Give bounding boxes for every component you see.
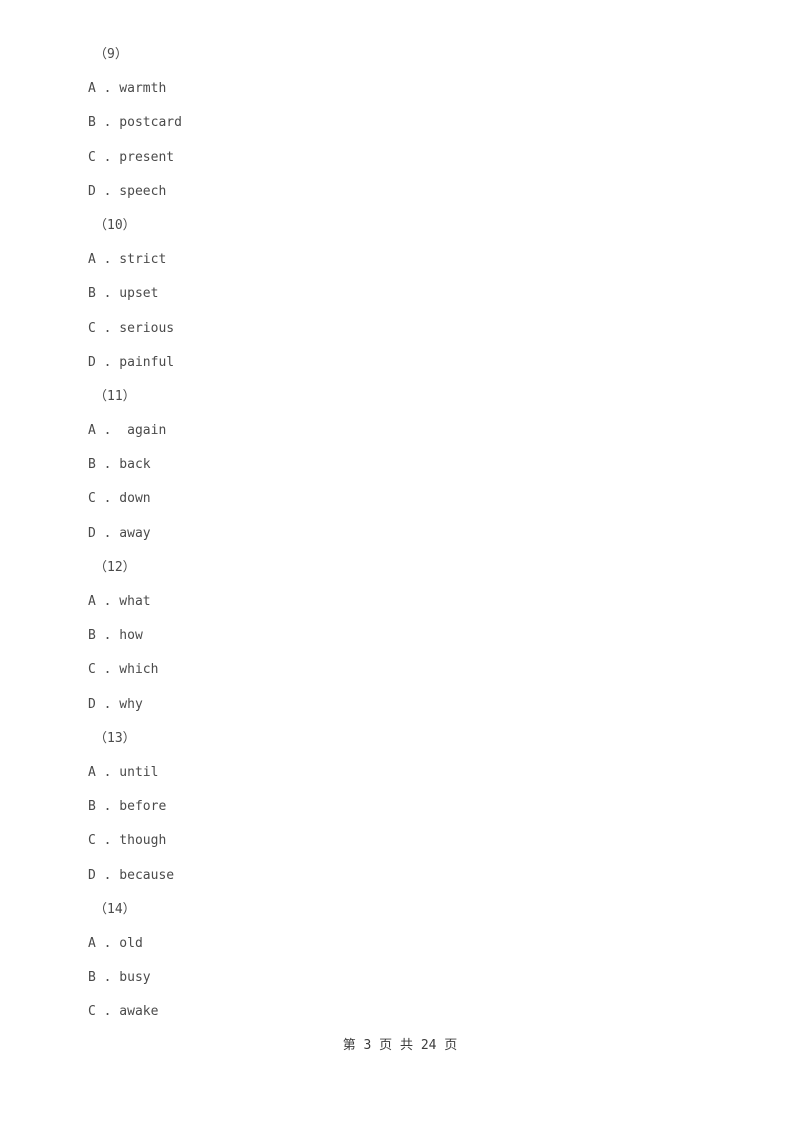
question-list: （9） A . warmth B . postcard C . present … (88, 38, 708, 1029)
option-item: A . until (88, 764, 159, 780)
option-item: A . strict (88, 252, 167, 268)
question-number: （11） (94, 388, 136, 404)
option-item: B . before (88, 799, 167, 815)
option-item: B . how (88, 628, 143, 644)
option-item: C . down (88, 491, 151, 507)
option-item: B . postcard (88, 115, 182, 131)
option-item: D . why (88, 696, 143, 712)
option-item: C . present (88, 149, 175, 165)
option-item: B . busy (88, 970, 151, 986)
option-item: B . upset (88, 286, 159, 302)
option-item: D . painful (88, 354, 175, 370)
question-number: （10） (94, 217, 136, 233)
option-item: C . though (88, 833, 167, 849)
document-page: （9） A . warmth B . postcard C . present … (0, 0, 800, 1132)
option-item: D . away (88, 525, 151, 541)
option-item: C . which (88, 662, 159, 678)
question-number: （13） (94, 730, 136, 746)
question-number: （12） (94, 559, 136, 575)
option-item: A . warmth (88, 81, 167, 97)
option-item: B . back (88, 457, 151, 473)
option-item: C . awake (88, 1004, 159, 1020)
option-item: A . what (88, 594, 151, 609)
page-footer: 第 3 页 共 24 页 (342, 1038, 458, 1053)
option-item: A . old (88, 935, 143, 951)
option-item: A . again (88, 423, 167, 439)
option-item: D . because (88, 867, 175, 883)
option-item: C . serious (88, 320, 175, 336)
question-number: （9） (94, 47, 128, 62)
option-item: D . speech (88, 183, 167, 199)
question-number: （14） (94, 901, 136, 917)
